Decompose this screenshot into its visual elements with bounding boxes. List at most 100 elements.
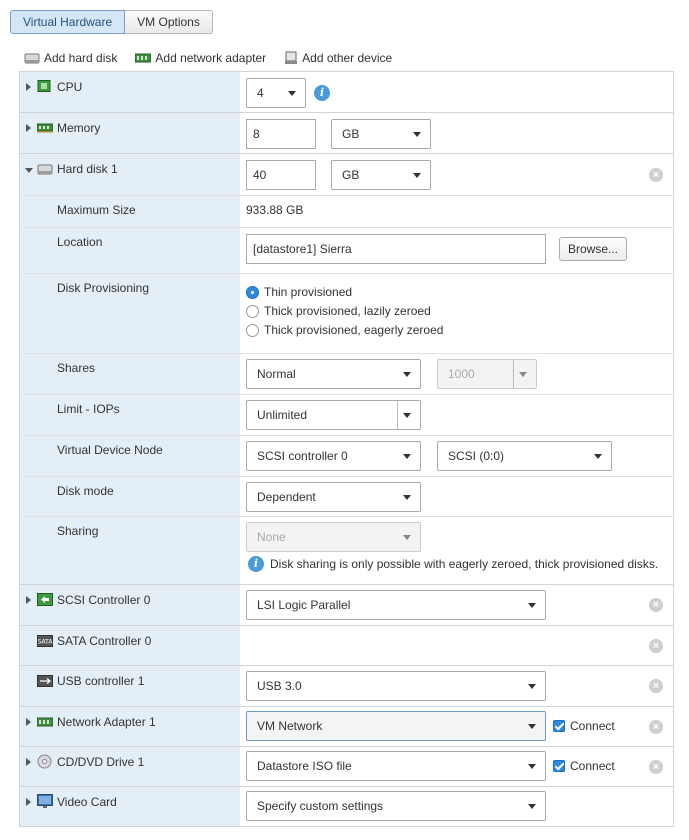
thick-eager-label: Thick provisioned, eagerly zeroed xyxy=(264,323,444,337)
usb-type-select[interactable]: USB 3.0 xyxy=(246,671,546,701)
location-input[interactable]: [datastore1] Sierra xyxy=(246,234,546,264)
shares-row: Shares Normal 1000 xyxy=(19,354,674,395)
expand-memory-icon[interactable] xyxy=(26,124,31,132)
add-network-adapter-label: Add network adapter xyxy=(155,51,267,65)
remove-cddvd-icon[interactable]: × xyxy=(649,760,663,774)
cpu-label: CPU xyxy=(57,80,83,94)
sata-controller-label: SATA Controller 0 xyxy=(57,634,152,648)
limit-iops-label: Limit - IOPs xyxy=(57,402,120,416)
shares-number-select[interactable]: 1000 xyxy=(437,359,537,389)
expand-scsi-icon[interactable] xyxy=(26,596,31,604)
add-other-device-button[interactable]: Add other device xyxy=(284,51,392,65)
disk-size-input[interactable]: 40 xyxy=(246,160,316,190)
radio-selected-icon[interactable] xyxy=(246,285,259,299)
hard-disk-label: Hard disk 1 xyxy=(57,162,118,176)
thick-lazy-label: Thick provisioned, lazily zeroed xyxy=(264,304,431,318)
disk-unit-select[interactable]: GB xyxy=(331,160,431,190)
network-adapter-label: Network Adapter 1 xyxy=(57,715,156,729)
sharing-row: Sharing None i Disk sharing is only poss… xyxy=(19,517,674,585)
scsi-type-select[interactable]: LSI Logic Parallel xyxy=(246,590,546,620)
thick-eager-option[interactable]: Thick provisioned, eagerly zeroed xyxy=(246,323,443,337)
memory-row: Memory 8 GB xyxy=(19,113,674,154)
tab-vm-options[interactable]: VM Options xyxy=(125,10,213,34)
expand-cpu-icon[interactable] xyxy=(26,83,31,91)
svg-text:SATA: SATA xyxy=(38,639,53,646)
network-connect-checkbox[interactable]: Connect xyxy=(553,719,615,733)
hard-disk-icon xyxy=(24,52,40,64)
hard-disk-row: Hard disk 1 40 GB × xyxy=(19,154,674,195)
scsi-controller-label: SCSI Controller 0 xyxy=(57,593,151,607)
thick-lazy-option[interactable]: Thick provisioned, lazily zeroed xyxy=(246,304,431,318)
remove-usb-icon[interactable]: × xyxy=(649,679,663,693)
network-select[interactable]: VM Network xyxy=(246,711,546,741)
sata-controller-icon: SATA xyxy=(37,635,53,647)
sharing-note-text: Disk sharing is only possible with eager… xyxy=(270,557,659,571)
disk-provisioning-row: Disk Provisioning Thin provisioned Thick… xyxy=(19,274,674,354)
max-size-label: Maximum Size xyxy=(57,203,136,217)
info-icon[interactable]: i xyxy=(314,85,330,101)
add-network-adapter-button[interactable]: Add network adapter xyxy=(135,51,266,65)
cd-dvd-icon xyxy=(37,754,52,769)
sata-controller-row: SATA SATA Controller 0 × xyxy=(19,626,674,666)
remove-hard-disk-icon[interactable]: × xyxy=(649,168,663,182)
memory-unit-select[interactable]: GB xyxy=(331,119,431,149)
disk-mode-label: Disk mode xyxy=(57,484,114,498)
remove-scsi-icon[interactable]: × xyxy=(649,598,663,612)
max-size-row: Maximum Size 933.88 GB xyxy=(19,195,674,228)
tab-virtual-hardware[interactable]: Virtual Hardware xyxy=(10,10,126,34)
device-icon xyxy=(284,51,298,65)
shares-label: Shares xyxy=(57,361,96,375)
cd-dvd-source-select[interactable]: Datastore ISO file xyxy=(246,751,546,781)
scsi-slot-select[interactable]: SCSI (0:0) xyxy=(437,441,612,471)
expand-cddvd-icon[interactable] xyxy=(26,758,31,766)
memory-size-input[interactable]: 8 xyxy=(246,119,316,149)
expand-video-icon[interactable] xyxy=(26,798,31,806)
scsi-controller-row: SCSI Controller 0 LSI Logic Parallel × xyxy=(19,585,674,626)
toolbar: Add hard disk Add network adapter Add ot… xyxy=(24,49,410,67)
network-adapter-icon xyxy=(36,716,54,728)
radio-icon[interactable] xyxy=(246,304,259,318)
collapse-hard-disk-icon[interactable] xyxy=(25,168,33,173)
radio-icon[interactable] xyxy=(246,323,259,337)
checkbox-checked-icon[interactable] xyxy=(553,760,565,772)
hard-disk-icon xyxy=(37,163,53,175)
cddvd-connect-label: Connect xyxy=(570,759,615,773)
cddvd-connect-checkbox[interactable]: Connect xyxy=(553,759,615,773)
limit-iops-row: Limit - IOPs Unlimited xyxy=(19,395,674,436)
monitor-icon xyxy=(37,794,53,808)
cd-dvd-row: CD/DVD Drive 1 Datastore ISO file Connec… xyxy=(19,747,674,787)
location-row: Location [datastore1] Sierra Browse... xyxy=(19,228,674,274)
cpu-icon xyxy=(37,80,51,92)
scsi-controller-icon xyxy=(37,593,53,606)
controller-select[interactable]: SCSI controller 0 xyxy=(246,441,421,471)
add-hard-disk-button[interactable]: Add hard disk xyxy=(24,51,117,65)
browse-button[interactable]: Browse... xyxy=(559,237,628,261)
video-card-label: Video Card xyxy=(57,795,117,809)
add-other-device-label: Add other device xyxy=(302,51,393,65)
disk-provisioning-label: Disk Provisioning xyxy=(57,281,150,295)
video-card-row: Video Card Specify custom settings xyxy=(19,787,674,827)
info-icon: i xyxy=(248,556,264,572)
thin-provisioned-option[interactable]: Thin provisioned xyxy=(246,285,352,299)
cpu-count-select[interactable]: 4 xyxy=(246,78,306,108)
network-adapter-row: Network Adapter 1 VM Network Connect × xyxy=(19,707,674,747)
video-settings-select[interactable]: Specify custom settings xyxy=(246,791,546,821)
thin-provisioned-label: Thin provisioned xyxy=(264,285,353,299)
cd-dvd-label: CD/DVD Drive 1 xyxy=(57,755,145,769)
remove-network-icon[interactable]: × xyxy=(649,720,663,734)
expand-network-icon[interactable] xyxy=(26,718,31,726)
cpu-row: CPU 4 i xyxy=(19,72,674,113)
max-size-value: 933.88 GB xyxy=(246,203,304,217)
hardware-table: CPU 4 i Memory 8 GB Hard disk 1 40 GB × … xyxy=(19,71,674,827)
memory-icon xyxy=(36,122,54,134)
shares-select[interactable]: Normal xyxy=(246,359,421,389)
sharing-select[interactable]: None xyxy=(246,522,421,552)
usb-controller-row: USB controller 1 USB 3.0 × xyxy=(19,666,674,707)
limit-iops-select[interactable]: Unlimited xyxy=(246,400,421,430)
sharing-label: Sharing xyxy=(57,524,99,538)
checkbox-checked-icon[interactable] xyxy=(553,720,565,732)
tab-bar: Virtual Hardware VM Options xyxy=(10,10,213,34)
remove-sata-icon[interactable]: × xyxy=(649,639,663,653)
disk-mode-select[interactable]: Dependent xyxy=(246,482,421,512)
sharing-note: i Disk sharing is only possible with eag… xyxy=(248,556,658,572)
